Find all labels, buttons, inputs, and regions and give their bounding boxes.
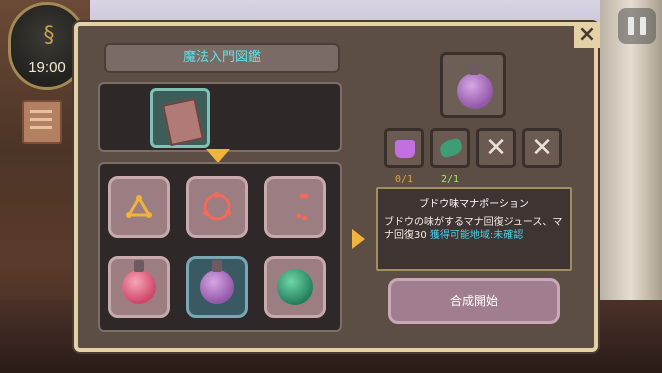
book-row — [98, 82, 342, 152]
empty-x-icon: ✕ — [531, 133, 553, 163]
recipe-slot-2[interactable] — [186, 176, 248, 238]
arrow-down-icon — [206, 149, 230, 163]
dots-rune-icon — [267, 179, 323, 235]
close-button[interactable]: × — [574, 22, 600, 48]
quest-note-icon[interactable] — [22, 100, 62, 144]
material-slot-1[interactable] — [384, 128, 424, 168]
purple-jelly-icon — [395, 140, 415, 158]
recipe-slot-4[interactable] — [108, 256, 170, 318]
clock-time: 19:00 — [28, 59, 66, 76]
empty-x-icon: ✕ — [485, 133, 507, 163]
recipe-slot-1[interactable] — [108, 176, 170, 238]
pause-icon — [628, 17, 634, 35]
pause-button[interactable] — [618, 8, 656, 44]
ring-rune-icon — [189, 179, 245, 235]
panel-title: 魔法入門図鑑 — [104, 43, 340, 73]
item-description-box: ブドウ味マナポーション ブドウの味がするマナ回復ジュース、マナ回復30 獲得可能… — [376, 187, 572, 271]
recipe-slot-6[interactable] — [264, 256, 326, 318]
material-slot-4: ✕ — [522, 128, 562, 168]
material-count-1: 0/1 — [394, 174, 414, 185]
item-name: ブドウ味マナポーション — [419, 199, 529, 210]
arrow-right-icon — [352, 229, 365, 249]
triangle-rune-icon — [111, 179, 167, 235]
flame-icon: § — [43, 23, 55, 48]
recipe-slot-3[interactable] — [264, 176, 326, 238]
green-orb-icon — [277, 269, 313, 305]
green-leaf-icon — [438, 137, 464, 159]
material-slot-2[interactable] — [430, 128, 470, 168]
item-description: ブドウの味がするマナ回復ジュース、マナ回復30 獲得可能地域:未確認 — [384, 216, 564, 242]
recipe-slot-5-selected[interactable] — [186, 256, 248, 318]
red-potion-icon — [122, 260, 156, 304]
purple-potion-icon — [457, 63, 493, 109]
result-slot — [440, 52, 506, 118]
magic-book-slot[interactable] — [150, 88, 210, 148]
material-count-2: 2/1 — [440, 174, 460, 185]
book-icon — [162, 97, 204, 147]
purple-potion-icon — [200, 260, 234, 304]
craft-start-button[interactable]: 合成開始 — [388, 278, 560, 324]
location-link[interactable]: 獲得可能地域:未確認 — [430, 230, 523, 241]
material-slot-3: ✕ — [476, 128, 516, 168]
